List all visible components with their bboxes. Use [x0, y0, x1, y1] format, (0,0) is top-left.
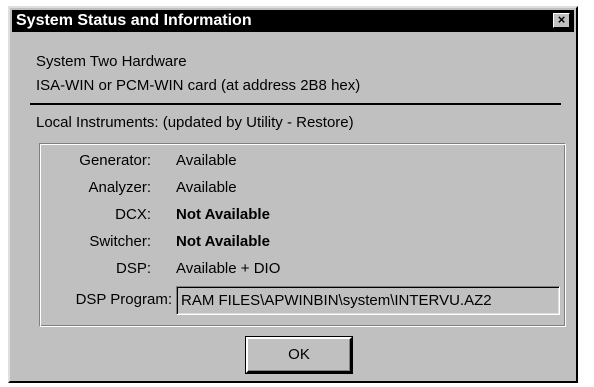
title-bar[interactable]: System Status and Information × [12, 10, 574, 32]
hardware-card-info: ISA-WIN or PCM-WIN card (at address 2B8 … [36, 77, 361, 94]
analyzer-label: Analyzer: [88, 179, 151, 196]
system-status-dialog: System Status and Information × System T… [8, 6, 578, 383]
dsp-program-field[interactable]: RAM FILES\APWINBIN\system\INTERVU.AZ2 [176, 286, 560, 315]
generator-label: Generator: [79, 152, 151, 169]
ok-button[interactable]: OK [245, 336, 353, 374]
dsp-program-label: DSP Program: [75, 291, 172, 308]
divider [30, 103, 561, 105]
close-button[interactable]: × [553, 13, 570, 28]
analyzer-value: Available [176, 179, 237, 196]
local-instruments-heading: Local Instruments: (updated by Utility -… [36, 114, 354, 131]
instrument-row-switcher: Switcher: Not Available [39, 233, 566, 253]
dcx-value: Not Available [176, 206, 270, 223]
instrument-row-dsp: DSP: Available + DIO [39, 260, 566, 280]
hardware-heading: System Two Hardware [36, 53, 187, 70]
generator-value: Available [176, 152, 237, 169]
close-icon: × [557, 12, 566, 27]
instrument-row-analyzer: Analyzer: Available [39, 179, 566, 199]
instrument-row-dcx: DCX: Not Available [39, 206, 566, 226]
dsp-program-row: DSP Program: [39, 291, 176, 311]
instrument-row-generator: Generator: Available [39, 152, 566, 172]
switcher-label: Switcher: [89, 233, 151, 250]
dcx-label: DCX: [115, 206, 151, 223]
switcher-value: Not Available [176, 233, 270, 250]
dsp-label: DSP: [115, 260, 151, 277]
window-title: System Status and Information [16, 12, 252, 29]
dsp-value: Available + DIO [176, 260, 281, 277]
